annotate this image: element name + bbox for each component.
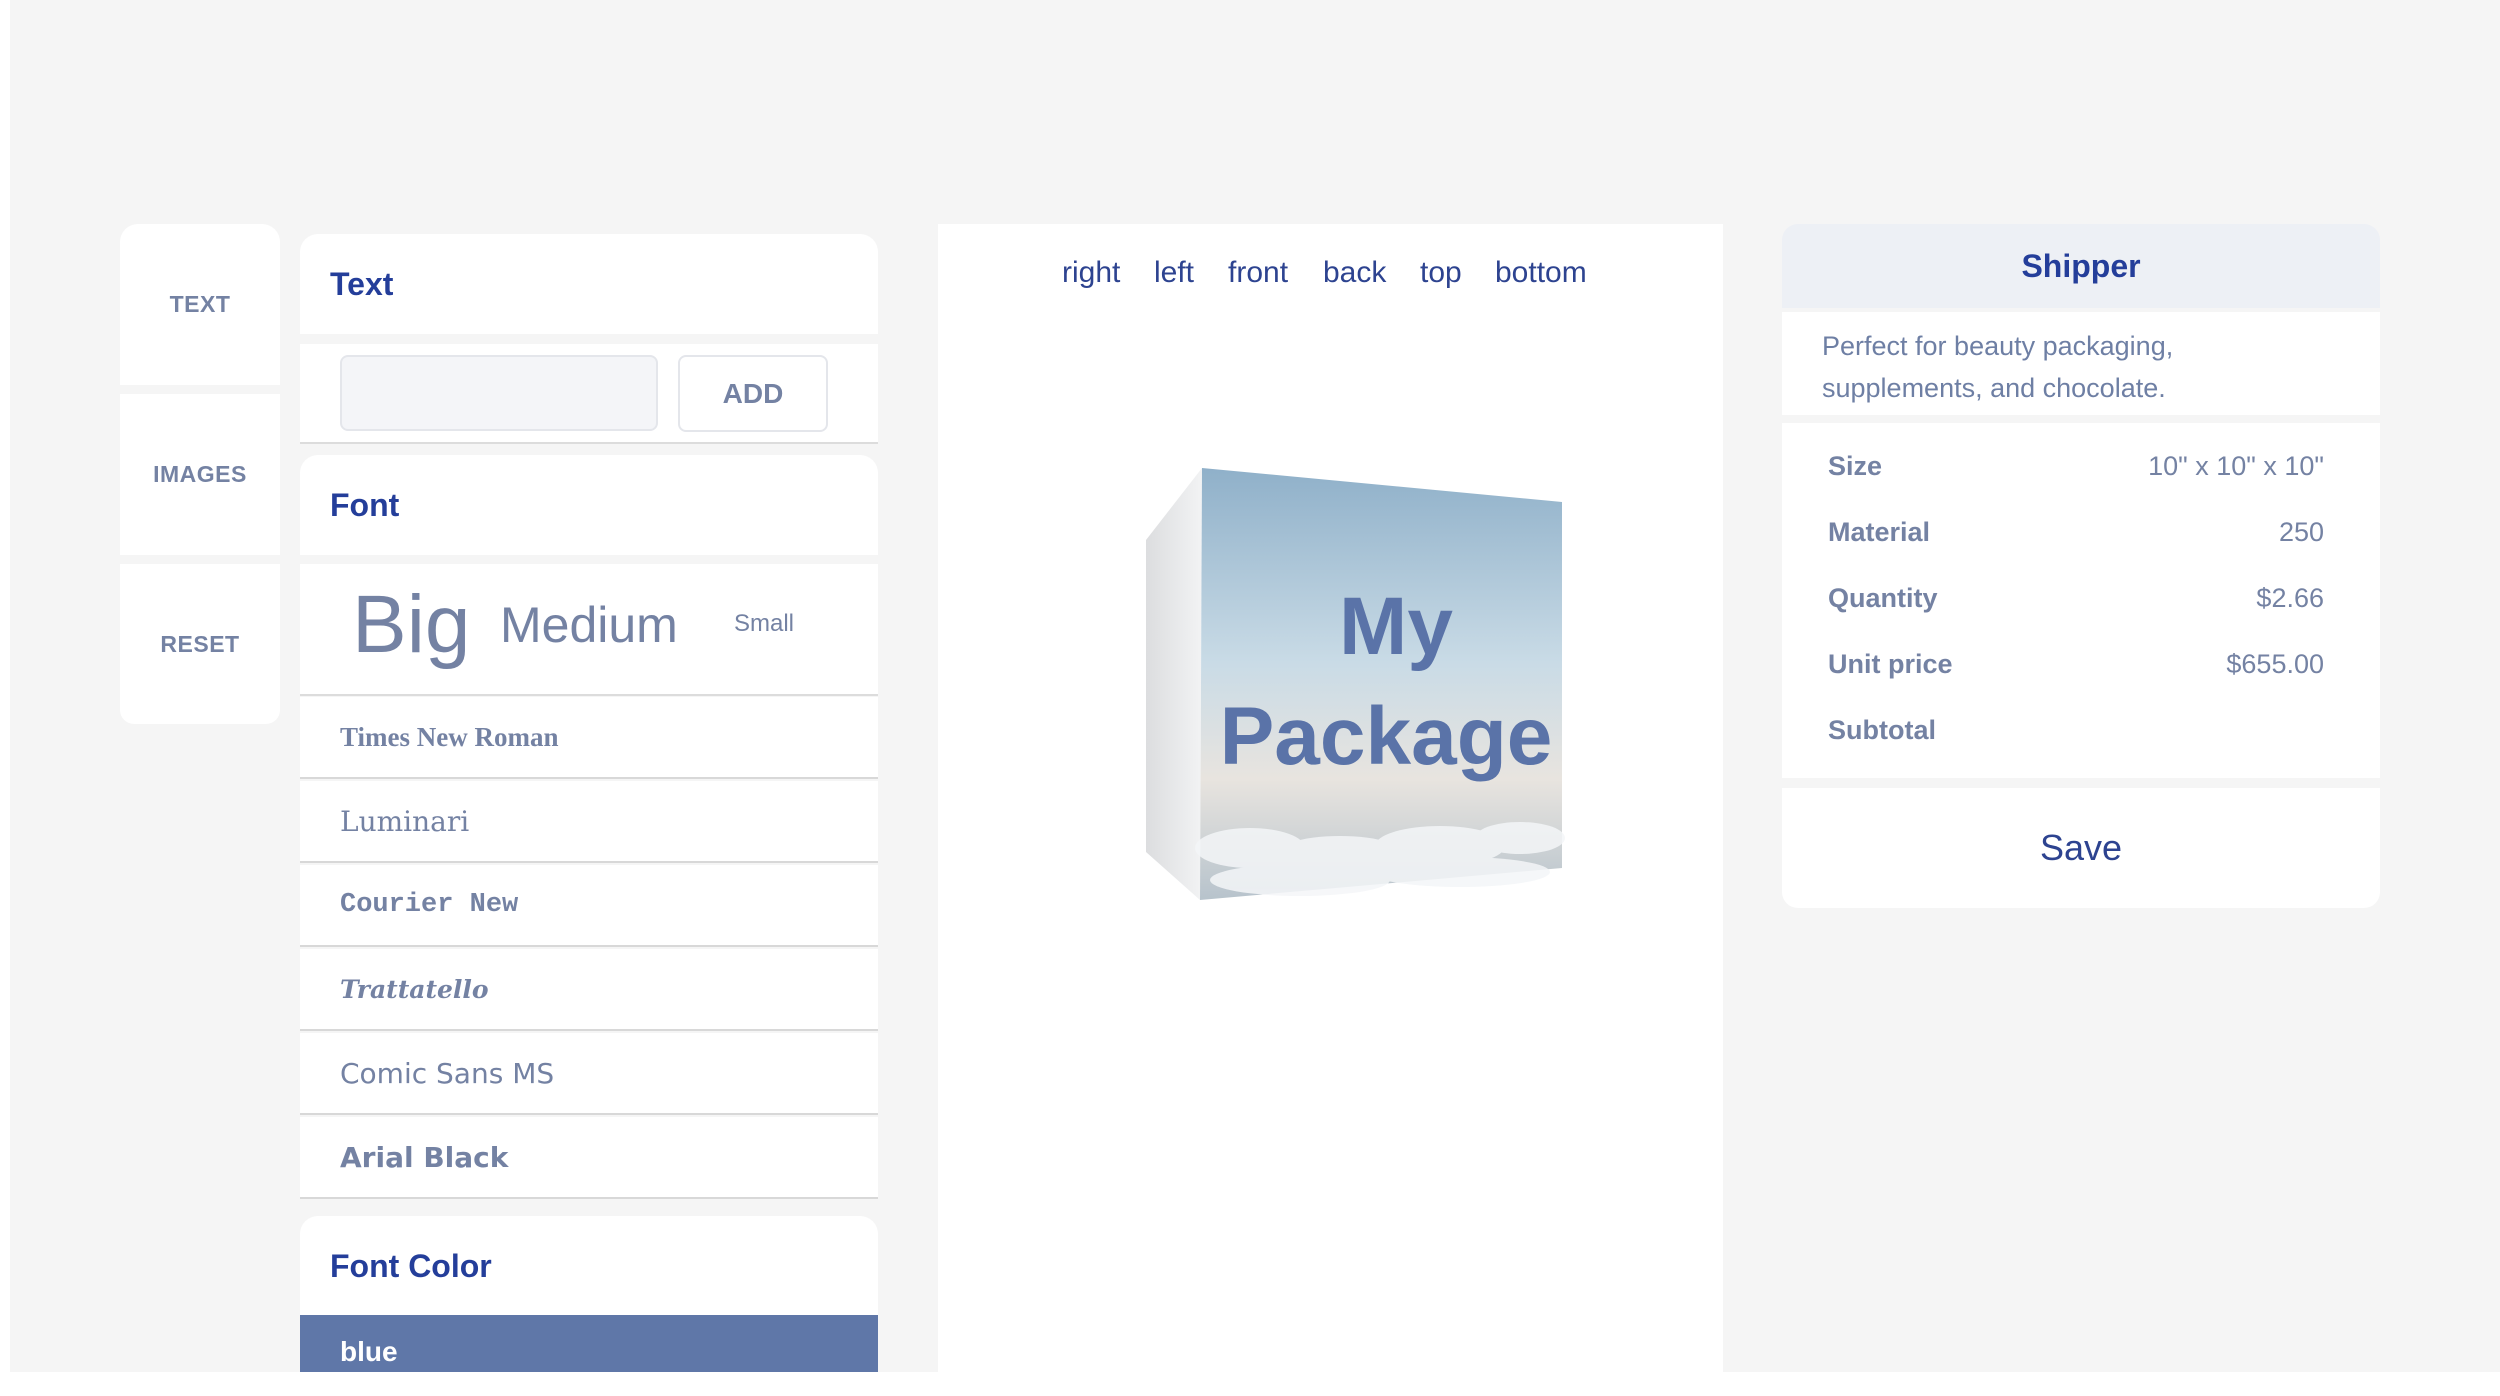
font-option-times-new-roman[interactable]: Times New Roman [300, 697, 878, 779]
font-option-label: Luminari [340, 804, 470, 838]
font-option-comic-sans[interactable]: Comic Sans MS [300, 1033, 878, 1115]
size-big-option[interactable]: Big [352, 578, 471, 672]
view-tab-left[interactable]: left [1154, 256, 1194, 290]
product-description: Perfect for beauty packaging, supplement… [1782, 312, 2380, 415]
tab-text[interactable]: TEXT [120, 224, 280, 385]
font-option-label: Trattatello [340, 974, 489, 1004]
package-3d-preview[interactable]: My Package [1140, 460, 1580, 910]
font-option-luminari[interactable]: Luminari [300, 781, 878, 863]
font-option-label: Comic Sans MS [340, 1056, 555, 1090]
view-tab-back[interactable]: back [1323, 256, 1386, 290]
product-description-line1: Perfect for beauty packaging, [1822, 331, 2174, 361]
spec-unit-price-value: $655.00 [2226, 649, 2324, 679]
box-text-line2: Package [1220, 691, 1553, 782]
font-color-header: Font Color [300, 1216, 878, 1316]
font-option-label: Arial Black [340, 1140, 509, 1174]
add-text-button[interactable]: ADD [678, 355, 828, 432]
product-specs: Size 10" x 10" x 10" Material 250 Quanti… [1782, 423, 2380, 778]
font-section-title: Font [330, 486, 400, 523]
spec-quantity-value: $2.66 [2256, 583, 2324, 613]
save-button[interactable]: Save [1782, 788, 2380, 908]
view-tab-top[interactable]: top [1420, 256, 1462, 290]
text-section-header: Text [300, 234, 878, 334]
product-name: Shipper [2021, 247, 2141, 284]
font-option-trattatello[interactable]: Trattatello [300, 949, 878, 1031]
text-section-title: Text [330, 265, 394, 302]
font-option-label: Times New Roman [340, 721, 559, 752]
box-side-face [1146, 468, 1202, 900]
font-option-arial-black[interactable]: Arial Black [300, 1117, 878, 1199]
color-option-blue[interactable]: blue [300, 1315, 878, 1372]
tab-reset[interactable]: RESET [120, 564, 280, 724]
tab-text-label: TEXT [169, 291, 231, 317]
product-name-header: Shipper [1782, 224, 2380, 308]
spec-size-label: Size [1828, 451, 1883, 481]
size-small-option[interactable]: Small [734, 610, 794, 638]
spec-material-value: 250 [2278, 517, 2324, 547]
spec-material-label: Material [1828, 517, 1931, 547]
font-option-courier-new[interactable]: Courier New [300, 865, 878, 947]
size-medium-option[interactable]: Medium [500, 596, 678, 654]
spec-quantity-label: Quantity [1828, 583, 1938, 613]
product-description-line2: supplements, and chocolate. [1822, 373, 2166, 403]
color-option-label: blue [340, 1336, 398, 1367]
tab-images[interactable]: IMAGES [120, 394, 280, 555]
font-section-header: Font [300, 455, 878, 555]
spec-unit-price-label: Unit price [1828, 649, 1953, 679]
spec-subtotal-label: Subtotal [1828, 715, 1936, 745]
font-size-row: Big Medium Small [300, 564, 878, 696]
tab-reset-label: RESET [160, 630, 240, 657]
text-input[interactable] [340, 355, 658, 431]
view-tab-bottom[interactable]: bottom [1495, 256, 1587, 290]
view-tab-right[interactable]: right [1062, 256, 1120, 290]
save-button-label: Save [2039, 827, 2123, 868]
spec-size-value: 10" x 10" x 10" [2148, 451, 2324, 481]
add-button-label: ADD [722, 377, 784, 409]
font-option-label: Courier New [340, 890, 519, 920]
view-tab-front[interactable]: front [1228, 256, 1288, 290]
font-color-title: Font Color [330, 1247, 492, 1284]
tab-images-label: IMAGES [153, 461, 247, 487]
box-text-line1: My [1339, 581, 1453, 672]
